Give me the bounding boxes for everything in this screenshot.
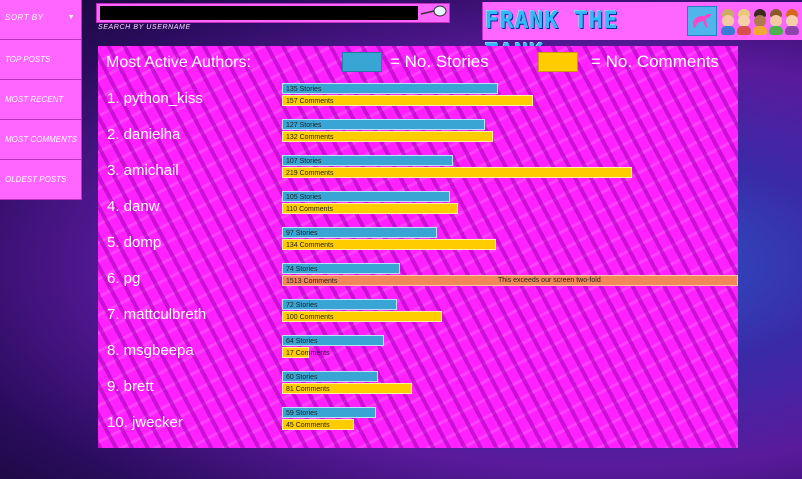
sort-by-label: SORT BY	[5, 13, 44, 22]
comments-bar: 100 Comments	[282, 311, 442, 322]
search-caption: SEARCH BY USERNAME	[98, 24, 191, 31]
comments-bar: 45 Comments	[282, 419, 354, 430]
author-label[interactable]: 5. domp	[107, 234, 161, 251]
stories-bar: 59 Stories	[282, 407, 377, 418]
author-label[interactable]: 6. pg	[107, 270, 140, 287]
stories-bar: 135 Stories	[282, 83, 498, 94]
panel-title: Most Active Authors:	[106, 54, 251, 71]
author-label[interactable]: 3. amichail	[107, 162, 179, 179]
stories-bar: 107 Stories	[282, 155, 454, 166]
legend-swatch-stories	[342, 52, 382, 72]
author-label[interactable]: 4. danw	[107, 198, 160, 215]
avatar	[785, 7, 799, 35]
stories-bar: 74 Stories	[282, 263, 401, 274]
puma-logo-icon	[687, 6, 717, 36]
stories-bar: 127 Stories	[282, 119, 486, 130]
avatar	[737, 7, 751, 35]
chevron-down-icon: ▼	[67, 14, 75, 21]
avatar	[753, 7, 767, 35]
author-label[interactable]: 9. brett	[107, 378, 154, 395]
comments-bar: 157 Comments	[282, 95, 534, 106]
stories-bar: 64 Stories	[282, 335, 385, 346]
menu-item-top-posts[interactable]: TOP POSTS	[0, 40, 82, 80]
avatar	[769, 7, 783, 35]
author-label[interactable]: 7. mattculbreth	[107, 306, 206, 323]
author-label[interactable]: 2. danielha	[107, 126, 180, 143]
comments-bar: 81 Comments	[282, 383, 412, 394]
stories-bar: 105 Stories	[282, 191, 450, 202]
top-bar: SORT BY ▼ SEARCH BY USERNAME FRANK THE T…	[0, 0, 802, 66]
sort-menu: TOP POSTS MOST RECENT MOST COMMENTS OLDE…	[0, 40, 82, 200]
team-avatars	[721, 5, 801, 37]
author-label[interactable]: 8. msgbeepa	[107, 342, 194, 359]
most-active-authors-panel: Most Active Authors: = No. Stories = No.…	[98, 46, 738, 448]
search-area: SEARCH BY USERNAME	[96, 3, 450, 33]
author-label[interactable]: 1. python_kiss	[107, 90, 203, 107]
stories-bar: 60 Stories	[282, 371, 378, 382]
comments-bar: 219 Comments	[282, 167, 633, 178]
menu-item-most-recent[interactable]: MOST RECENT	[0, 80, 82, 120]
legend-swatch-comments	[538, 52, 578, 72]
logo: FRANK THE TANK	[485, 8, 619, 66]
overflow-note: This exceeds our screen two-fold	[498, 277, 601, 284]
comments-bar: 110 Comments	[282, 203, 458, 214]
stories-bar: 72 Stories	[282, 299, 398, 310]
brand-banner: FRANK THE TANK	[482, 2, 802, 66]
search-icon[interactable]	[419, 4, 449, 22]
comments-bar: 134 Comments	[282, 239, 497, 250]
avatar	[721, 7, 735, 35]
menu-item-most-comments[interactable]: MOST COMMENTS	[0, 120, 82, 160]
comments-bar: 132 Comments	[282, 131, 494, 142]
legend-label-stories: = No. Stories	[390, 52, 489, 71]
legend-label-comments: = No. Comments	[591, 52, 720, 71]
search-box	[96, 3, 450, 23]
sort-by-dropdown[interactable]: SORT BY ▼	[0, 0, 82, 40]
search-input[interactable]	[100, 6, 418, 20]
comments-bar: 17 Comments	[282, 347, 330, 358]
stories-bar: 97 Stories	[282, 227, 438, 238]
author-label[interactable]: 10. jwecker	[107, 414, 183, 431]
menu-item-oldest-posts[interactable]: OLDEST POSTS	[0, 160, 82, 200]
